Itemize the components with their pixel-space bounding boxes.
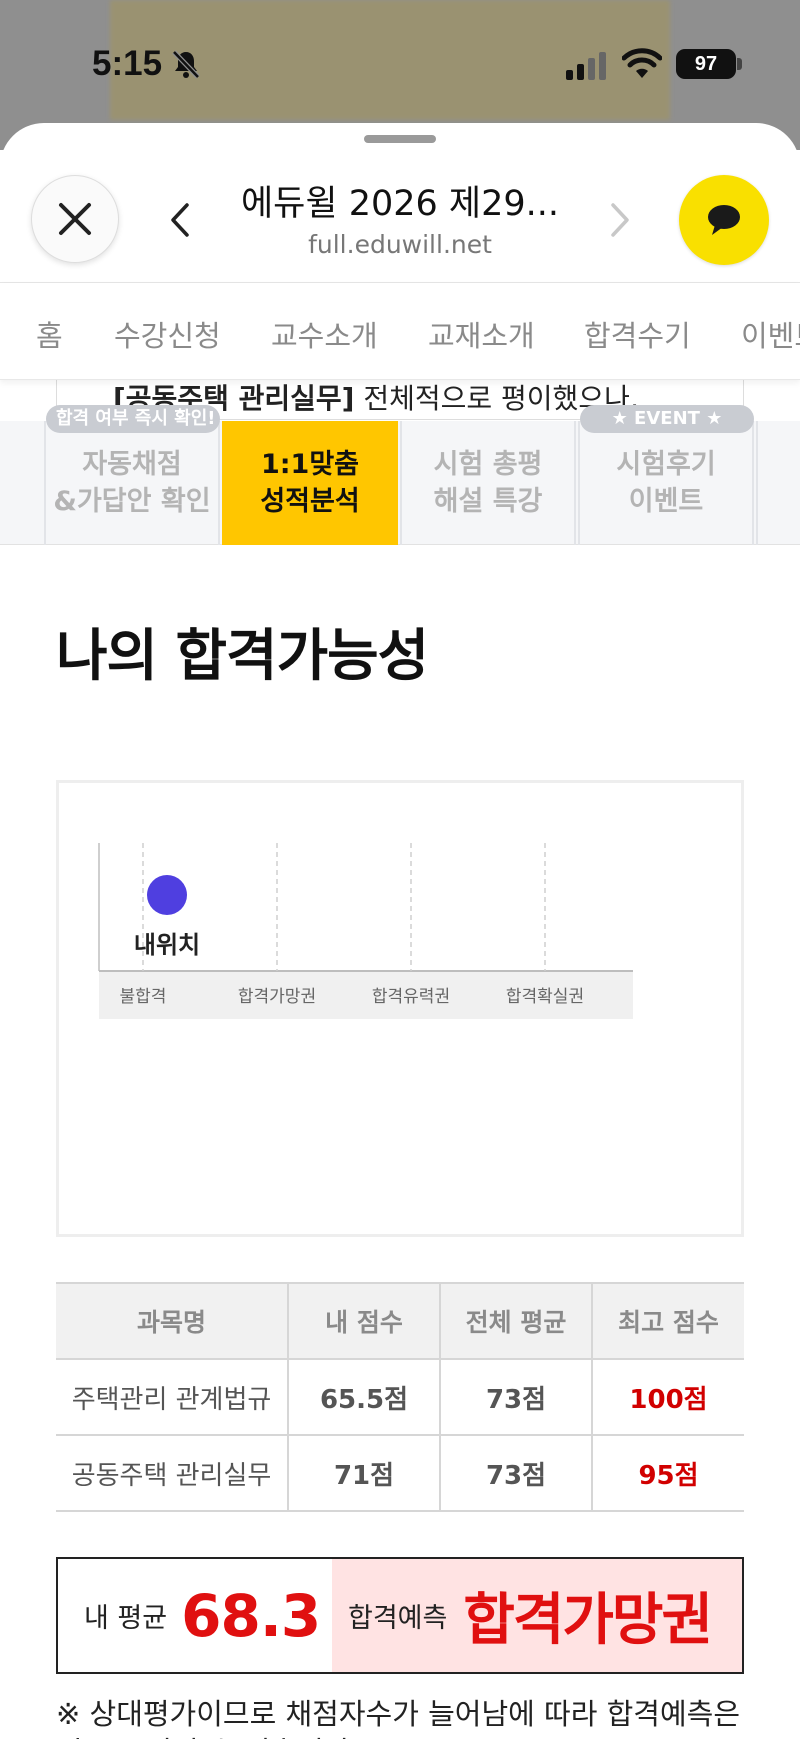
prediction-panel: 합격예측 합격가망권: [332, 1559, 742, 1672]
tab-next-partial[interactable]: [756, 421, 800, 545]
back-button[interactable]: [160, 195, 200, 245]
page-title-area: 에듀윌 2026 제29... full.eduwill.net: [220, 175, 580, 259]
status-time: 5:15: [92, 44, 163, 83]
status-bar: 5:15 97: [0, 0, 800, 130]
nav-item-textbooks[interactable]: 교재소개: [428, 313, 535, 355]
row-subject: 공동주택 관리실무: [56, 1435, 288, 1512]
sheet-grabber[interactable]: [364, 135, 436, 143]
tab-exam-review-label: 시험 총평해설 특강: [434, 446, 543, 520]
average-label: 내 평균: [84, 1603, 168, 1634]
tab-badge-instant-check: 합격 여부 즉시 확인!: [46, 405, 220, 433]
battery-icon: 97: [676, 49, 736, 79]
col-my-score: 내 점수: [287, 1282, 440, 1360]
page-url: full.eduwill.net: [308, 230, 492, 259]
tab-label-line1: 시험 총평: [433, 449, 543, 480]
wifi-icon: [622, 48, 662, 78]
tab-label-line2: &가답안 확인: [53, 486, 211, 517]
chevron-right-icon: [611, 203, 629, 237]
nav-item-home[interactable]: 홈: [36, 313, 63, 355]
row-my-score: 71점: [287, 1435, 440, 1512]
site-nav: 홈 수강신청 교수소개 교재소개 합격수기 이벤트: [0, 283, 800, 380]
tab-review-event-label: 시험후기이벤트: [616, 446, 715, 520]
nav-item-enroll[interactable]: 수강신청: [114, 313, 221, 355]
row-average: 73점: [439, 1435, 592, 1512]
table-header-row: 과목명 내 점수 전체 평균 최고 점수: [56, 1282, 744, 1360]
chart-svg: 불합격 합격가망권 합격유력권 합격확실권 내위치: [98, 843, 633, 1019]
nav-item-events[interactable]: 이벤트: [741, 313, 800, 355]
score-table: 과목명 내 점수 전체 평균 최고 점수 주택관리 관계법규 65.5점 73점…: [56, 1282, 744, 1512]
col-average: 전체 평균: [439, 1282, 592, 1360]
average-panel: 내 평균 68.3: [58, 1559, 332, 1672]
tab-review-event[interactable]: 시험후기이벤트: [578, 421, 754, 545]
col-subject: 과목명: [56, 1282, 288, 1360]
tab-score-analysis[interactable]: 1:1맞춤성적분석: [222, 421, 398, 545]
prediction-label: 합격예측: [348, 1603, 448, 1634]
browser-sheet: 에듀윌 2026 제29... full.eduwill.net 홈 수강신청 …: [0, 123, 800, 1739]
bell-slash-icon: [172, 50, 200, 79]
chart-category-label: 불합격: [120, 987, 167, 1007]
disclaimer-note: ※ 상대평가이므로 채점자수가 늘어남에 따라 합격예측은 일부 조정될 수 있…: [56, 1697, 741, 1739]
table-row: 주택관리 관계법규 65.5점 73점 100점: [56, 1359, 744, 1436]
chat-button[interactable]: [679, 175, 769, 265]
section-title: 나의 합격가능성: [56, 624, 429, 689]
forward-button[interactable]: [600, 195, 640, 245]
page-title: 에듀윌 2026 제29...: [240, 184, 560, 224]
table-row: 공동주택 관리실무 71점 73점 95점: [56, 1435, 744, 1512]
pass-probability-chart: 불합격 합격가망권 합격유력권 합격확실권 내위치: [56, 780, 744, 1237]
col-max-score: 최고 점수: [591, 1282, 744, 1360]
chevron-left-icon: [171, 203, 189, 237]
row-max-score: 100점: [591, 1359, 744, 1436]
chart-category-label: 합격확실권: [506, 987, 584, 1007]
chart-category-label: 합격유력권: [372, 987, 450, 1007]
chart-my-position-label: 내위치: [134, 931, 200, 959]
tab-label-line2: 성적분석: [260, 486, 360, 517]
tab-label-line1: 자동채점: [82, 449, 182, 480]
tab-label-line1: 시험후기: [616, 449, 716, 480]
row-subject: 주택관리 관계법규: [56, 1359, 288, 1436]
chart-category-label: 합격가망권: [238, 987, 316, 1007]
tab-auto-grading[interactable]: 자동채점 &가답안 확인: [44, 421, 220, 545]
row-my-score: 65.5점: [287, 1359, 440, 1436]
chart-my-position-marker: [147, 875, 187, 915]
tab-score-analysis-label: 1:1맞춤성적분석: [260, 446, 359, 520]
tab-badge-event: ★ EVENT ★: [580, 405, 754, 433]
close-icon: [59, 203, 91, 235]
result-summary: 내 평균 68.3 합격예측 합격가망권: [56, 1557, 744, 1674]
average-value: 68.3: [181, 1581, 321, 1650]
tab-auto-grading-label: 자동채점 &가답안 확인: [53, 446, 210, 520]
battery-tip: [737, 58, 742, 70]
chat-bubble-icon: [708, 205, 740, 235]
nav-item-reviews[interactable]: 합격수기: [584, 313, 691, 355]
signal-icon: [566, 52, 606, 80]
feature-tabs: 자동채점 &가답안 확인 1:1맞춤성적분석 시험 총평해설 특강 시험후기이벤트…: [0, 405, 800, 545]
close-button[interactable]: [31, 175, 119, 263]
row-average: 73점: [439, 1359, 592, 1436]
tab-label-line1: 1:1맞춤: [260, 449, 360, 480]
tab-label-line2: 해설 특강: [433, 486, 543, 517]
nav-item-professors[interactable]: 교수소개: [271, 313, 378, 355]
tab-label-line2: 이벤트: [628, 486, 704, 517]
tab-exam-review-lecture[interactable]: 시험 총평해설 특강: [400, 421, 576, 545]
prediction-value: 합격가망권: [463, 1588, 713, 1653]
row-max-score: 95점: [591, 1435, 744, 1512]
